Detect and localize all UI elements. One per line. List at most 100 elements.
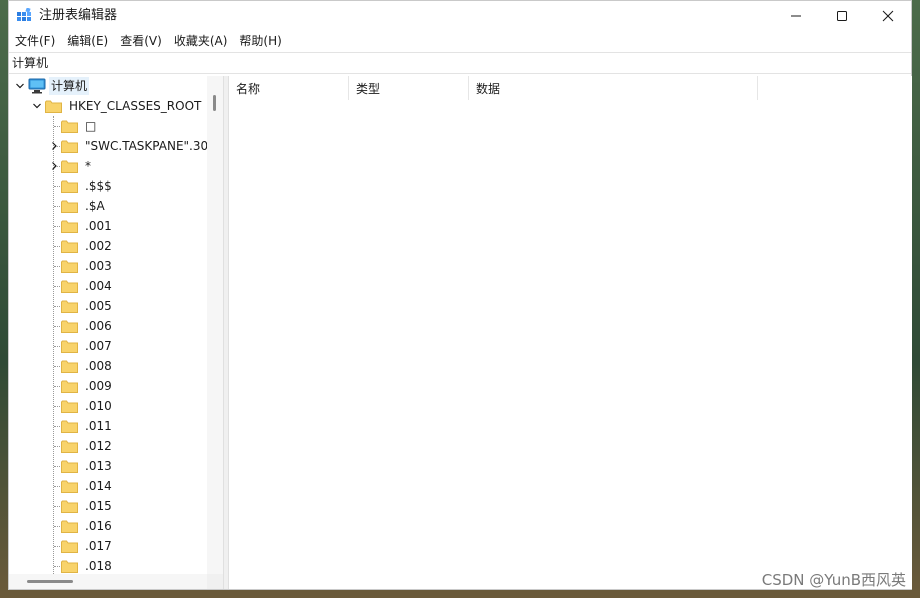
folder-icon [45, 100, 62, 113]
tree-node-key[interactable]: .007 [61, 336, 114, 356]
tree-node-key[interactable]: .013 [61, 456, 114, 476]
tree-node-key[interactable]: .014 [61, 476, 114, 496]
tree-expander-hive[interactable] [32, 101, 42, 111]
folder-icon [61, 260, 78, 273]
tree-label-key: .$A [85, 199, 105, 213]
tree-node-key[interactable]: .003 [61, 256, 114, 276]
column-header-data[interactable]: 数据 [469, 76, 758, 100]
tree-node-key[interactable]: .009 [61, 376, 114, 396]
title-bar[interactable]: 注册表编辑器 [9, 1, 911, 31]
window-title: 注册表编辑器 [39, 8, 118, 23]
tree-label-key: "SWC.TASKPANE".30 [85, 139, 209, 153]
address-bar[interactable]: 计算机 [9, 52, 911, 74]
folder-icon [61, 220, 78, 233]
tree-node-key[interactable]: .015 [61, 496, 114, 516]
tree-label-key: * [85, 159, 91, 173]
tree-expander[interactable] [49, 161, 59, 171]
chevron-down-icon [33, 103, 41, 109]
tree-pane[interactable]: 计算机 HKEY_CLASSES_ROOT □ "SWC.TASKPANE".30… [9, 76, 224, 589]
folder-icon [61, 300, 78, 313]
folder-icon [61, 400, 78, 413]
tree-label-key: .005 [85, 299, 112, 313]
column-header-label: 数据 [476, 81, 501, 96]
tree-node-key[interactable]: .017 [61, 536, 114, 556]
tree-label-key: .010 [85, 399, 112, 413]
tree-vertical-scrollbar[interactable] [207, 76, 223, 574]
chevron-down-icon [16, 83, 24, 89]
tree-node-key[interactable]: .012 [61, 436, 114, 456]
tree-label-key: .007 [85, 339, 112, 353]
scrollbar-thumb[interactable] [213, 95, 216, 111]
values-list-pane[interactable]: 名称 类型 数据 [228, 76, 912, 589]
tree-label-key: .003 [85, 259, 112, 273]
tree-node-key[interactable]: .002 [61, 236, 114, 256]
folder-icon [61, 240, 78, 253]
tree-label-key: .016 [85, 519, 112, 533]
tree-node-computer[interactable]: 计算机 [28, 76, 90, 96]
folder-icon [61, 320, 78, 333]
tree-node-key[interactable]: .010 [61, 396, 114, 416]
menu-bar: 文件(F) 编辑(E) 查看(V) 收藏夹(A) 帮助(H) [9, 31, 911, 51]
tree-label-hive: HKEY_CLASSES_ROOT [69, 99, 202, 113]
menu-help[interactable]: 帮助(H) [233, 31, 287, 51]
column-header-type[interactable]: 类型 [349, 76, 469, 100]
tree-node-key[interactable]: .004 [61, 276, 114, 296]
tree-expander[interactable] [49, 141, 59, 151]
tree-node-key[interactable]: * [61, 156, 93, 176]
tree-node-key[interactable]: □ [61, 116, 98, 136]
folder-icon [61, 340, 78, 353]
tree-node-key[interactable]: .008 [61, 356, 114, 376]
tree-node-key[interactable]: .016 [61, 516, 114, 536]
scrollbar-corner [207, 574, 223, 589]
tree-label-key: .009 [85, 379, 112, 393]
tree-node-hkey-classes-root[interactable]: HKEY_CLASSES_ROOT [45, 96, 203, 116]
minimize-button[interactable] [773, 1, 819, 31]
tree-node-key[interactable]: .011 [61, 416, 114, 436]
tree-label-key: .$$$ [85, 179, 112, 193]
tree-expander-root[interactable] [15, 81, 25, 91]
tree-node-key[interactable]: .$A [61, 196, 107, 216]
scrollbar-thumb[interactable] [27, 580, 73, 583]
tree-node-key[interactable]: .006 [61, 316, 114, 336]
folder-icon [61, 520, 78, 533]
folder-icon [61, 440, 78, 453]
menu-favorites[interactable]: 收藏夹(A) [168, 31, 234, 51]
folder-icon [61, 200, 78, 213]
tree-label-key: .008 [85, 359, 112, 373]
folder-icon [61, 280, 78, 293]
chevron-right-icon [52, 162, 57, 170]
computer-icon [28, 78, 46, 94]
tree-node-key[interactable]: .001 [61, 216, 114, 236]
menu-view[interactable]: 查看(V) [114, 31, 168, 51]
close-button[interactable] [865, 1, 911, 31]
tree-label-key: .006 [85, 319, 112, 333]
folder-icon [61, 180, 78, 193]
tree-label-key: .015 [85, 499, 112, 513]
tree-node-key[interactable]: .005 [61, 296, 114, 316]
tree-label-key: .014 [85, 479, 112, 493]
maximize-button[interactable] [819, 1, 865, 31]
menu-edit[interactable]: 编辑(E) [61, 31, 114, 51]
maximize-icon [837, 11, 847, 21]
column-header-label: 类型 [356, 81, 381, 96]
folder-icon [61, 540, 78, 553]
folder-icon [61, 120, 78, 133]
menu-file[interactable]: 文件(F) [9, 31, 61, 51]
tree-node-key[interactable]: .018 [61, 556, 114, 576]
address-path[interactable]: 计算机 [12, 55, 48, 71]
tree-label-computer: 计算机 [49, 77, 90, 95]
tree-label-key: .017 [85, 539, 112, 553]
registry-editor-icon [17, 8, 31, 21]
regedit-window: 注册表编辑器 文件(F) 编辑(E) 查看(V) 收藏夹(A) 帮助(H) 计算… [8, 0, 912, 590]
folder-icon [61, 560, 78, 573]
column-header-name[interactable]: 名称 [229, 76, 349, 100]
tree-node-key[interactable]: .$$$ [61, 176, 114, 196]
tree-horizontal-scrollbar[interactable] [9, 574, 207, 589]
folder-icon [61, 140, 78, 153]
minimize-icon [791, 15, 801, 17]
column-header-label: 名称 [236, 81, 261, 96]
tree-label-key: □ [85, 119, 97, 133]
folder-icon [61, 360, 78, 373]
tree-label-key: .012 [85, 439, 112, 453]
tree-node-key[interactable]: "SWC.TASKPANE".30 [61, 136, 210, 156]
